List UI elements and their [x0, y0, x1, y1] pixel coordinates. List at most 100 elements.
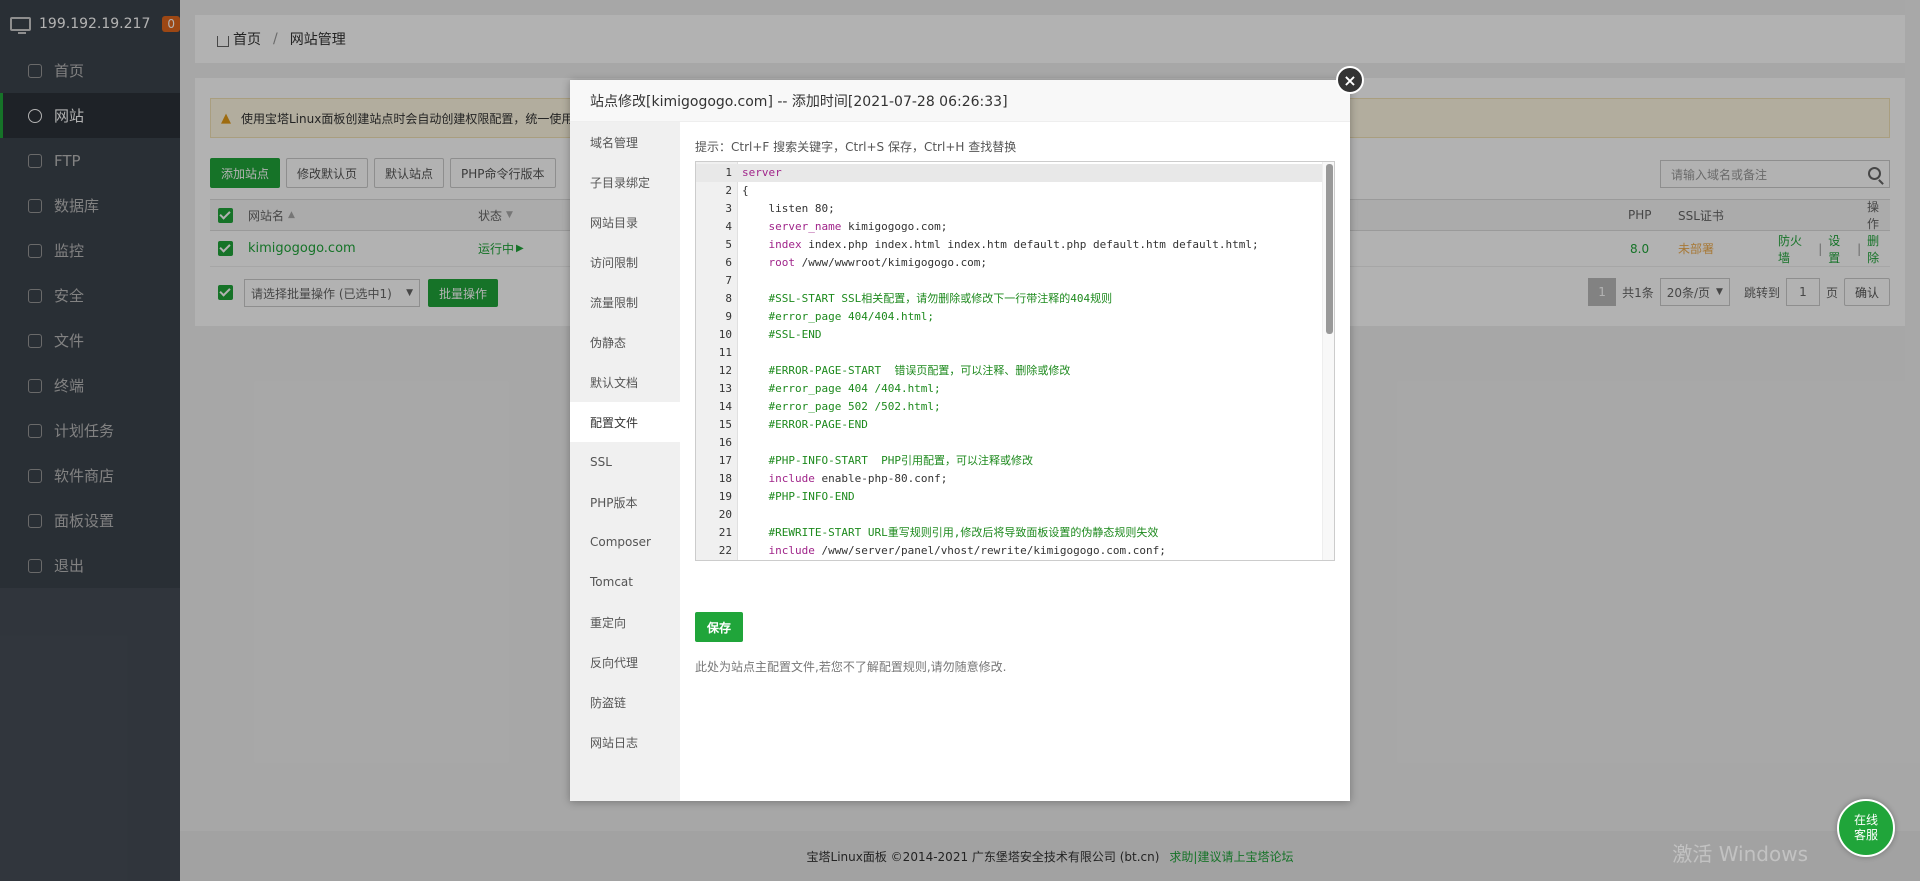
code-text: include /www/server/panel/vhost/rewrite/…	[742, 542, 1166, 560]
code-line: 10 #SSL-END	[696, 326, 1322, 344]
line-number: 1	[725, 166, 732, 179]
code-line: 9 #error_page 404/404.html;	[696, 308, 1322, 326]
modal-menu-item-15[interactable]: 网站日志	[570, 722, 680, 762]
code-line: 2{	[696, 182, 1322, 200]
modal-menu-item-14[interactable]: 防盗链	[570, 682, 680, 722]
code-line: 20	[696, 506, 1322, 524]
modal-menu-item-4[interactable]: 流量限制	[570, 282, 680, 322]
code-token: server_name	[768, 220, 842, 233]
line-number: 7	[725, 274, 732, 287]
code-line: 5 index index.php index.html index.htm d…	[696, 236, 1322, 254]
code-token: listen 80;	[742, 202, 835, 215]
modal-menu-item-2[interactable]: 网站目录	[570, 202, 680, 242]
code-text: include enable-php-80.conf;	[742, 470, 948, 488]
code-text: #PHP-INFO-END	[742, 488, 855, 506]
modal-menu-item-8[interactable]: SSL	[570, 442, 680, 482]
line-number: 22	[718, 544, 732, 557]
line-number: 14	[718, 400, 732, 413]
code-line: 6 root /www/wwwroot/kimigogogo.com;	[696, 254, 1322, 272]
code-token: #SSL-END	[742, 328, 822, 341]
modal-menu-item-11[interactable]: Tomcat	[570, 562, 680, 602]
code-token: #PHP-INFO-END	[742, 490, 855, 503]
code-line: 17 #PHP-INFO-START PHP引用配置，可以注释或修改	[696, 452, 1322, 470]
scrollbar-thumb[interactable]	[1326, 164, 1333, 334]
code-text: #REWRITE-START URL重写规则引用,修改后将导致面板设置的伪静态规…	[742, 524, 1158, 542]
close-icon[interactable]: ×	[1336, 66, 1364, 94]
line-number: 11	[718, 346, 732, 359]
line-number: 15	[718, 418, 732, 431]
code-editor[interactable]: 1 server 2{3 listen 80; 4 server_name kimig…	[695, 161, 1335, 561]
code-text: #error_page 404/404.html;	[742, 308, 934, 326]
modal-menu-item-12[interactable]: 重定向	[570, 602, 680, 642]
modal-menu-item-7[interactable]: 配置文件	[570, 402, 680, 442]
line-number: 9	[725, 310, 732, 323]
code-text: #PHP-INFO-START PHP引用配置，可以注释或修改	[742, 452, 1033, 470]
code-token: #error_page 404/404.html;	[742, 310, 935, 323]
code-line: 4 server_name kimigogogo.com;	[696, 218, 1322, 236]
modal-menu-item-3[interactable]: 访问限制	[570, 242, 680, 282]
online-service-button[interactable]: 在线 客服	[1837, 799, 1895, 857]
code-line: 12 #ERROR-PAGE-START 错误页配置，可以注释、删除或修改	[696, 362, 1322, 380]
line-number: 21	[718, 526, 732, 539]
modal-menu-item-1[interactable]: 子目录绑定	[570, 162, 680, 202]
code-token: #PHP-INFO-START PHP引用配置，可以注释或修改	[742, 454, 1033, 467]
code-text: #error_page 404 /404.html;	[742, 380, 940, 398]
code-line: 1 server	[696, 164, 1322, 182]
code-token: /www/server/panel/vhost/rewrite/kimigogo…	[814, 544, 1166, 557]
line-number: 10	[718, 328, 732, 341]
code-text: server_name kimigogogo.com;	[742, 218, 948, 236]
save-button[interactable]: 保存	[695, 612, 744, 642]
code-text: #SSL-START SSL相关配置，请勿删除或修改下一行带注释的404规则	[742, 290, 1112, 308]
code-token: server	[742, 166, 782, 179]
code-token: {	[742, 184, 749, 197]
site-edit-modal: 站点修改[kimigogogo.com] -- 添加时间[2021-07-28 …	[570, 66, 1364, 801]
code-token: enable-php-80.conf;	[814, 472, 948, 485]
line-number: 20	[718, 508, 732, 521]
modal-title: 站点修改[kimigogogo.com] -- 添加时间[2021-07-28 …	[570, 80, 1350, 122]
code-token: #ERROR-PAGE-START 错误页配置，可以注释、删除或修改	[742, 364, 1071, 377]
line-number: 12	[718, 364, 732, 377]
modal-menu-item-9[interactable]: PHP版本	[570, 482, 680, 522]
code-line: 19 #PHP-INFO-END	[696, 488, 1322, 506]
line-number: 3	[725, 202, 732, 215]
code-line: 7	[696, 272, 1322, 290]
code-line: 15 #ERROR-PAGE-END	[696, 416, 1322, 434]
config-note: 此处为站点主配置文件,若您不了解配置规则,请勿随意修改.	[695, 660, 1007, 674]
code-line: 11	[696, 344, 1322, 362]
modal-menu-item-13[interactable]: 反向代理	[570, 642, 680, 682]
code-line: 18 include enable-php-80.conf;	[696, 470, 1322, 488]
line-number: 17	[718, 454, 732, 467]
code-token: include	[768, 472, 815, 485]
modal-menu-item-0[interactable]: 域名管理	[570, 122, 680, 162]
code-text: listen 80;	[742, 200, 835, 218]
line-number: 18	[718, 472, 732, 485]
code-text: root /www/wwwroot/kimigogogo.com;	[742, 254, 988, 272]
code-token: include	[768, 544, 815, 557]
code-line: 21 #REWRITE-START URL重写规则引用,修改后将导致面板设置的伪…	[696, 524, 1322, 542]
code-token: index	[768, 238, 802, 251]
code-line: 22 include /www/server/panel/vhost/rewri…	[696, 542, 1322, 560]
line-number: 19	[718, 490, 732, 503]
line-number: 8	[725, 292, 732, 305]
code-token: #error_page 502 /502.html;	[742, 400, 941, 413]
editor-scrollbar[interactable]	[1322, 162, 1334, 560]
line-number: 5	[725, 238, 732, 251]
code-text: index index.php index.html index.htm def…	[742, 236, 1259, 254]
line-number: 2	[725, 184, 732, 197]
code-token: #REWRITE-START URL重写规则引用,修改后将导致面板设置的伪静态规…	[742, 526, 1159, 539]
code-token: index.php index.html index.htm default.p…	[801, 238, 1259, 251]
code-token: /www/wwwroot/kimigogogo.com;	[795, 256, 988, 269]
modal-menu-item-6[interactable]: 默认文档	[570, 362, 680, 402]
code-text: {	[742, 182, 749, 200]
modal-menu-item-10[interactable]: Composer	[570, 522, 680, 562]
code-text: #ERROR-PAGE-END	[742, 416, 868, 434]
modal-menu: 域名管理 子目录绑定 网站目录 访问限制 流量限制 伪静态 默认文档 配置文件 SSL PHP版本…	[570, 122, 680, 801]
line-number: 16	[718, 436, 732, 449]
modal-menu-item-5[interactable]: 伪静态	[570, 322, 680, 362]
code-token: #ERROR-PAGE-END	[742, 418, 868, 431]
code-line: 14 #error_page 502 /502.html;	[696, 398, 1322, 416]
